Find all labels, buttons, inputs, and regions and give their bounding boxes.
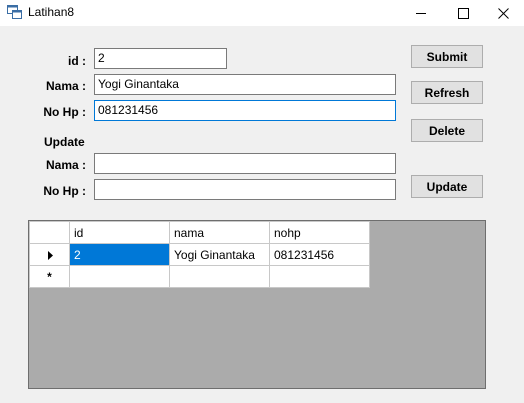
row-header[interactable] [29,243,70,266]
submit-button[interactable]: Submit [411,45,483,68]
nohp-label: No Hp : [43,105,86,119]
update-nama-label: Nama : [45,158,86,172]
data-grid[interactable]: id nama nohp 2 Yogi Ginantaka 081231456 … [28,220,486,389]
minimize-icon [416,13,426,14]
close-icon [497,7,509,19]
new-cell-id[interactable] [69,265,170,288]
grid-table: id nama nohp 2 Yogi Ginantaka 081231456 … [29,221,370,288]
cell-id[interactable]: 2 [69,243,170,266]
update-section-header: Update [44,135,85,149]
close-button[interactable] [480,0,524,26]
current-row-arrow-icon [47,250,53,260]
update-nohp-input[interactable] [94,179,396,200]
maximize-icon [457,7,469,19]
minimize-button[interactable] [398,0,444,26]
cell-nohp[interactable]: 081231456 [269,243,370,266]
update-nama-input[interactable] [94,153,396,174]
update-nohp-label: No Hp : [43,184,86,198]
new-row-marker: * [47,269,52,284]
app-window: Latihan8 id : 2 Nama : Yogi Ginantaka No… [0,0,524,403]
nama-input[interactable]: Yogi Ginantaka [94,74,396,95]
window-title: Latihan8 [28,5,75,19]
grid-header-row: id nama nohp [29,221,370,244]
column-header-nama[interactable]: nama [169,221,270,244]
new-cell-nama[interactable] [169,265,270,288]
cell-nama[interactable]: Yogi Ginantaka [169,243,270,266]
refresh-button[interactable]: Refresh [411,81,483,104]
new-row[interactable]: * [29,265,370,288]
delete-button[interactable]: Delete [411,119,483,142]
title-bar[interactable]: Latihan8 [0,0,524,26]
form-app-icon [7,5,22,19]
id-input[interactable]: 2 [94,48,227,69]
new-row-header[interactable]: * [29,265,70,288]
id-label: id : [68,54,86,68]
nohp-input[interactable]: 081231456 [94,100,396,121]
update-button[interactable]: Update [411,175,483,198]
column-header-nohp[interactable]: nohp [269,221,370,244]
nama-label: Nama : [45,79,86,93]
column-header-id[interactable]: id [69,221,170,244]
grid-corner-header[interactable] [29,221,70,244]
table-row[interactable]: 2 Yogi Ginantaka 081231456 [29,243,370,266]
new-cell-nohp[interactable] [269,265,370,288]
